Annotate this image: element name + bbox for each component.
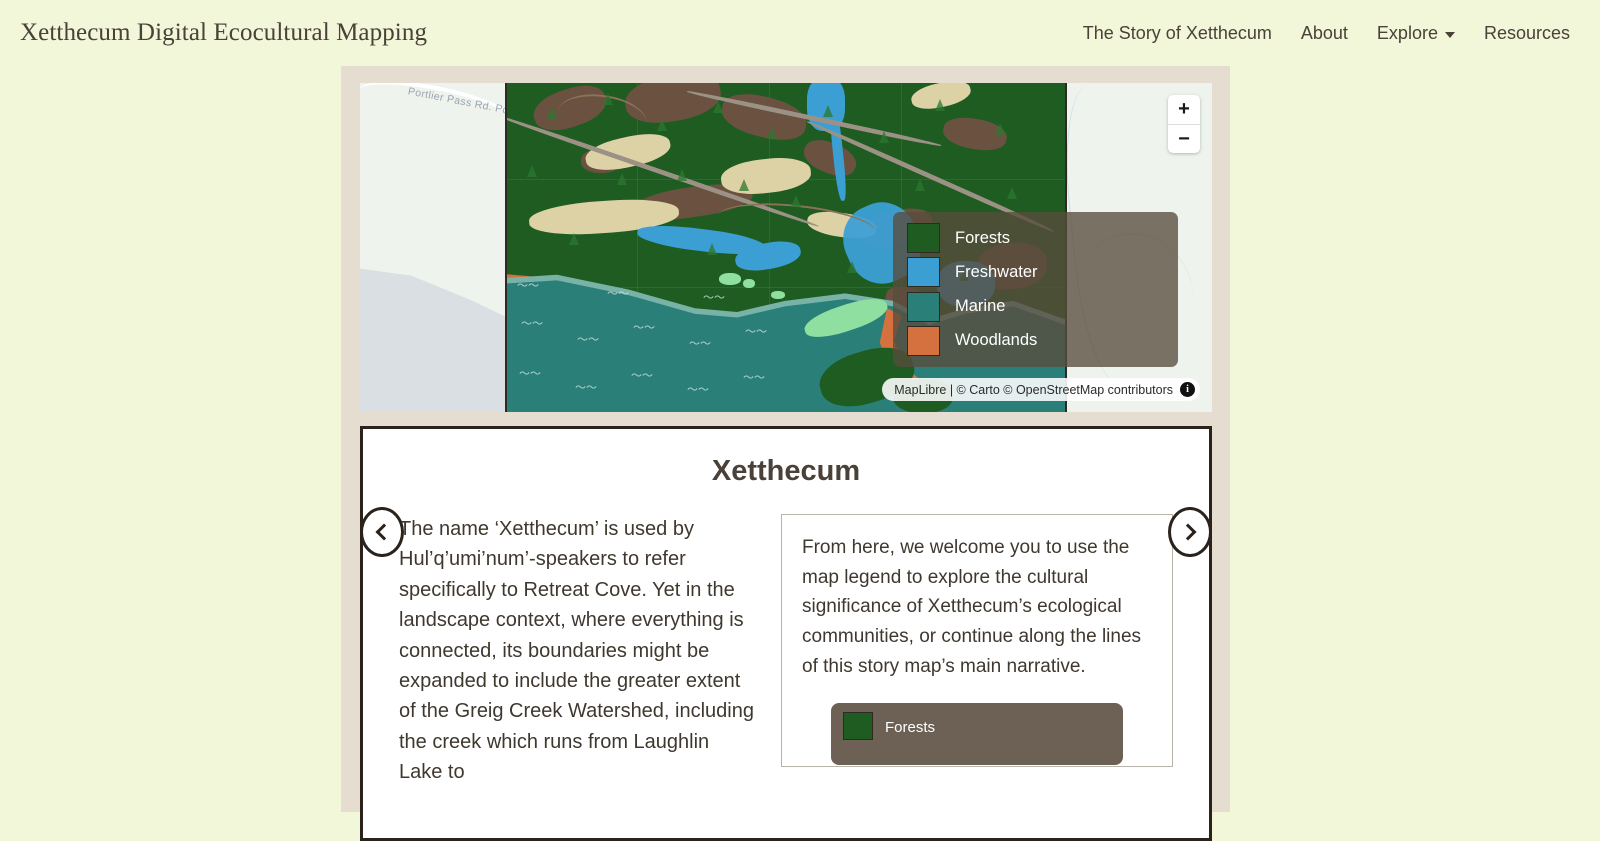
tree-icon xyxy=(995,123,1005,135)
zoom-in-button[interactable]: + xyxy=(1168,95,1200,124)
tree-icon xyxy=(767,127,777,139)
tree-icon xyxy=(657,119,667,131)
legend-item-marine[interactable]: Marine xyxy=(907,291,1164,322)
next-slide-button[interactable] xyxy=(1168,507,1212,557)
main-navigation: The Story of Xetthecum About Explore Res… xyxy=(1083,23,1578,44)
page-title: Xetthecum xyxy=(711,455,861,487)
map-legend[interactable]: Forests Freshwater Marine Woodlands xyxy=(893,212,1178,367)
legend-item-woodlands[interactable]: Woodlands xyxy=(907,325,1164,356)
chevron-right-icon xyxy=(1179,523,1197,541)
tree-icon xyxy=(547,107,557,119)
info-icon[interactable]: i xyxy=(1180,382,1195,397)
nav-label: Explore xyxy=(1376,22,1438,43)
attribution-text: MapLibre | © Carto © OpenStreetMap contr… xyxy=(894,382,1173,397)
tree-icon xyxy=(617,173,627,185)
legend-label: Marine xyxy=(955,297,1006,316)
tree-icon xyxy=(527,165,537,177)
nav-item-resources[interactable]: Resources xyxy=(1484,23,1570,44)
nav-label: About xyxy=(1300,22,1348,43)
chevron-left-icon xyxy=(375,523,393,541)
story-callout: From here, we welcome you to use the map… xyxy=(781,514,1173,767)
legend-label: Freshwater xyxy=(955,262,1038,281)
nav-label: The Story of Xetthecum xyxy=(1082,22,1272,43)
overlay-patch xyxy=(719,154,813,198)
nav-label: Resources xyxy=(1483,22,1570,43)
legend-label: Forests xyxy=(955,228,1011,247)
legend-item-freshwater[interactable]: Freshwater xyxy=(907,257,1164,288)
nav-item-about[interactable]: About xyxy=(1301,23,1348,44)
story-card: Xetthecum The name ‘Xetthecum’ is used b… xyxy=(360,426,1212,841)
overlay-eelgrass xyxy=(771,291,785,299)
legend-swatch-freshwater xyxy=(907,257,940,288)
legend-swatch-forests xyxy=(907,223,940,253)
tree-icon xyxy=(569,233,579,245)
nav-item-story[interactable]: The Story of Xetthecum xyxy=(1083,23,1272,44)
map-attribution: MapLibre | © Carto © OpenStreetMap contr… xyxy=(882,378,1200,401)
story-body: The name ‘Xetthecum’ is used by Hul’q’um… xyxy=(363,488,1209,788)
tree-icon xyxy=(791,195,801,207)
overlay-eelgrass xyxy=(719,273,741,285)
tree-icon xyxy=(603,93,613,105)
nav-item-explore[interactable]: Explore xyxy=(1377,23,1455,44)
tree-icon xyxy=(915,179,925,191)
tree-icon xyxy=(935,99,945,111)
map-viewport[interactable]: Portlier Pass Rd. Portl 〜〜 〜〜 〜〜 〜〜 〜〜 〜… xyxy=(360,83,1212,412)
tree-icon xyxy=(707,243,717,255)
tree-icon xyxy=(713,101,723,113)
previous-slide-button[interactable] xyxy=(360,507,404,557)
legend-swatch-marine xyxy=(907,291,940,322)
legend-swatch-woodlands xyxy=(907,325,940,356)
legend-item-forests[interactable]: Forests xyxy=(907,223,1164,253)
tree-icon xyxy=(823,105,833,117)
content-container: Portlier Pass Rd. Portl 〜〜 〜〜 〜〜 〜〜 〜〜 〜… xyxy=(341,66,1230,841)
zoom-out-button[interactable]: − xyxy=(1168,124,1200,153)
tree-icon xyxy=(847,261,857,273)
tree-icon xyxy=(879,131,889,143)
map-zoom-controls[interactable]: + − xyxy=(1168,95,1200,153)
overlay-eelgrass xyxy=(743,279,755,288)
site-title: Xetthecum Digital Ecocultural Mapping xyxy=(20,19,428,46)
story-callout-text: From here, we welcome you to use the map… xyxy=(802,537,1142,677)
tree-icon xyxy=(677,169,687,181)
legend-label: Woodlands xyxy=(955,331,1038,350)
legend-swatch-forests xyxy=(843,712,873,741)
embedded-legend[interactable]: Forests xyxy=(831,703,1123,766)
site-header: Xetthecum Digital Ecocultural Mapping Th… xyxy=(0,0,1600,66)
chevron-down-icon xyxy=(1444,31,1455,38)
tree-icon xyxy=(739,179,749,191)
tree-icon xyxy=(1007,187,1017,199)
legend-label: Forests xyxy=(885,719,936,737)
story-paragraph: The name ‘Xetthecum’ is used by Hul’q’um… xyxy=(399,518,754,784)
